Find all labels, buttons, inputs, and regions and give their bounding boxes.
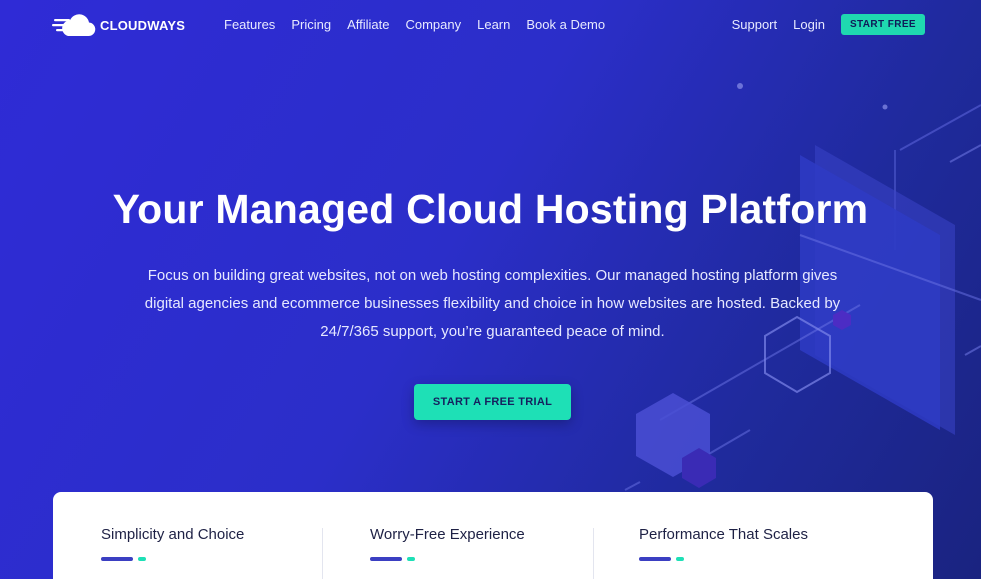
cloud-logo-icon <box>52 14 96 37</box>
accent-dot <box>407 557 415 561</box>
main-menu: Features Pricing Affiliate Company Learn… <box>224 17 621 32</box>
feature-accent-bar <box>639 557 808 561</box>
feature-item: Worry-Free Experience <box>370 526 525 561</box>
start-free-button[interactable]: START FREE <box>840 14 925 35</box>
nav-item-features[interactable]: Features <box>224 17 275 32</box>
accent-bar <box>370 557 402 561</box>
account-nav: Support Login START FREE <box>732 14 925 35</box>
features-card: Simplicity and Choice Worry-Free Experie… <box>53 492 933 579</box>
brand-name: CLOUDWAYS <box>100 17 186 33</box>
accent-dot <box>138 557 146 561</box>
feature-divider <box>322 528 323 579</box>
hero-subtitle: Focus on building great websites, not on… <box>144 267 841 340</box>
hero-title: Your Managed Cloud Hosting Platform <box>112 186 869 232</box>
accent-bar <box>639 557 671 561</box>
feature-title: Simplicity and Choice <box>101 526 245 543</box>
top-navigation: CLOUDWAYS Features Pricing Affiliate Com… <box>0 0 981 50</box>
nav-item-book-a-demo[interactable]: Book a Demo <box>526 17 605 32</box>
nav-item-learn[interactable]: Learn <box>477 17 510 32</box>
nav-item-company[interactable]: Company <box>405 17 461 32</box>
nav-item-affiliate[interactable]: Affiliate <box>347 17 389 32</box>
start-free-trial-button[interactable]: START A FREE TRIAL <box>414 384 571 420</box>
nav-item-pricing[interactable]: Pricing <box>291 17 331 32</box>
feature-title: Performance That Scales <box>639 526 808 543</box>
accent-bar <box>101 557 133 561</box>
page: CLOUDWAYS Features Pricing Affiliate Com… <box>0 0 981 579</box>
support-link[interactable]: Support <box>732 17 778 32</box>
feature-accent-bar <box>101 557 244 561</box>
feature-title: Worry-Free Experience <box>370 526 525 543</box>
login-link[interactable]: Login <box>793 17 825 32</box>
logo[interactable]: CLOUDWAYS <box>52 12 185 38</box>
feature-divider <box>593 528 594 579</box>
feature-accent-bar <box>370 557 525 561</box>
feature-item: Performance That Scales <box>639 526 808 561</box>
feature-item: Simplicity and Choice <box>101 526 244 561</box>
accent-dot <box>676 557 684 561</box>
